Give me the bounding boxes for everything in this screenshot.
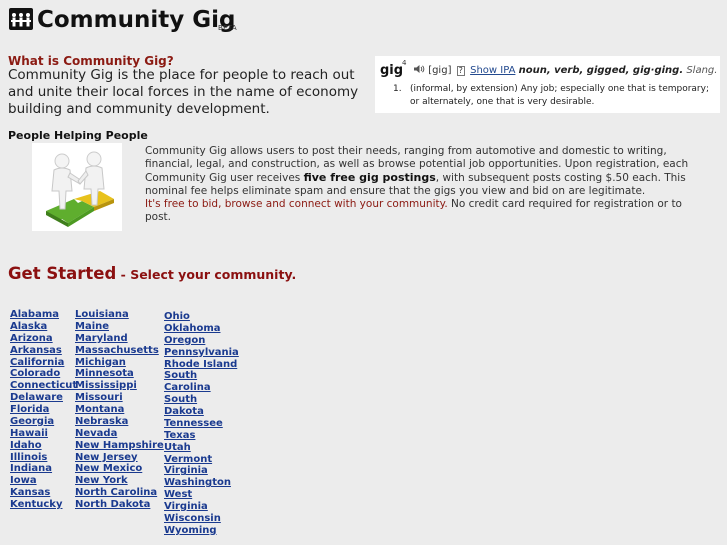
help-icon[interactable]: ? <box>456 66 465 76</box>
speaker-icon[interactable] <box>413 65 428 76</box>
state-link[interactable]: Oregon <box>164 335 239 347</box>
people-puzzle-illustration <box>32 143 122 231</box>
state-link[interactable]: Ohio <box>164 311 239 323</box>
beta-badge: BETA <box>218 24 237 32</box>
state-link[interactable]: Nevada <box>75 428 164 440</box>
desc-red: It's free to bid, browse and connect wit… <box>145 198 448 210</box>
state-link[interactable]: Vermont <box>164 454 239 466</box>
dictionary-definition: (informal, by extension) Any job; especi… <box>410 84 709 107</box>
state-link[interactable]: Connecticut <box>10 380 77 392</box>
get-started-title: Get Started <box>8 264 117 283</box>
state-link[interactable]: Colorado <box>10 368 77 380</box>
state-link[interactable]: Wyoming <box>164 525 239 537</box>
state-link[interactable]: Virginia <box>164 465 239 477</box>
state-link[interactable]: New Hampshire <box>75 440 164 452</box>
state-link[interactable]: North Carolina <box>75 487 164 499</box>
dictionary-pos: noun, verb, gigged, gig·ging. <box>518 65 684 76</box>
state-link[interactable]: South <box>164 370 239 382</box>
state-link[interactable]: Delaware <box>10 392 77 404</box>
state-link[interactable]: Virginia <box>164 501 239 513</box>
dictionary-slang: Slang. <box>686 65 718 76</box>
state-link[interactable]: Alabama <box>10 309 77 321</box>
people-description: Community Gig allows users to post their… <box>145 145 710 224</box>
states-column-3: Ohio Oklahoma Oregon Pennsylvania Rhode Isla… <box>164 311 239 537</box>
state-link[interactable]: Texas <box>164 430 239 442</box>
state-link[interactable]: Georgia <box>10 416 77 428</box>
dictionary-superscript: 4 <box>402 59 407 67</box>
logo-icon[interactable] <box>9 8 33 30</box>
state-link[interactable]: Massachusetts <box>75 345 164 357</box>
state-link[interactable]: New Jersey <box>75 452 164 464</box>
states-column-2: Louisiana Maine Maryland Massachusetts Michi… <box>75 309 164 511</box>
definition-number: 1. <box>393 84 402 94</box>
state-link[interactable]: Maryland <box>75 333 164 345</box>
state-link[interactable]: Illinois <box>10 452 77 464</box>
intro-heading: What is Community Gig? <box>8 54 174 68</box>
state-link[interactable]: Carolina <box>164 382 239 394</box>
desc-bold: five free gig postings <box>303 171 436 184</box>
state-link[interactable]: Rhode Island <box>164 359 239 371</box>
state-link[interactable]: Montana <box>75 404 164 416</box>
state-link[interactable]: Arkansas <box>10 345 77 357</box>
dictionary-word: gig <box>380 63 404 78</box>
people-heading: People Helping People <box>8 129 148 142</box>
get-started-subtitle: - Select your community. <box>116 267 297 282</box>
show-ipa-link[interactable]: Show IPA <box>470 65 515 76</box>
state-link[interactable]: Iowa <box>10 475 77 487</box>
state-link[interactable]: Pennsylvania <box>164 347 239 359</box>
states-column-1: Alabama Alaska Arizona Arkansas California Co… <box>10 309 77 511</box>
state-link[interactable]: Washington <box>164 477 239 489</box>
state-link[interactable]: Arizona <box>10 333 77 345</box>
state-link[interactable]: California <box>10 357 77 369</box>
state-link[interactable]: Louisiana <box>75 309 164 321</box>
state-link[interactable]: Mississippi <box>75 380 164 392</box>
state-link[interactable]: Idaho <box>10 440 77 452</box>
get-started-heading: Get Started - Select your community. <box>8 264 296 283</box>
dictionary-pronunciation: [gig] <box>428 65 452 76</box>
state-link[interactable]: Hawaii <box>10 428 77 440</box>
state-link[interactable]: West <box>164 489 239 501</box>
state-link[interactable]: Michigan <box>75 357 164 369</box>
site-title[interactable]: Community Gig <box>37 7 235 33</box>
state-link[interactable]: New Mexico <box>75 463 164 475</box>
state-link[interactable]: Minnesota <box>75 368 164 380</box>
state-link[interactable]: Tennessee <box>164 418 239 430</box>
state-link[interactable]: Alaska <box>10 321 77 333</box>
state-link[interactable]: Wisconsin <box>164 513 239 525</box>
state-link[interactable]: Kansas <box>10 487 77 499</box>
intro-text: Community Gig is the place for people to… <box>8 67 359 117</box>
state-link[interactable]: Nebraska <box>75 416 164 428</box>
state-link[interactable]: North Dakota <box>75 499 164 511</box>
state-link[interactable]: Missouri <box>75 392 164 404</box>
state-link[interactable]: Oklahoma <box>164 323 239 335</box>
state-link[interactable]: South <box>164 394 239 406</box>
state-link[interactable]: Maine <box>75 321 164 333</box>
state-link[interactable]: Indiana <box>10 463 77 475</box>
state-link[interactable]: Dakota <box>164 406 239 418</box>
state-link[interactable]: Utah <box>164 442 239 454</box>
state-link[interactable]: Florida <box>10 404 77 416</box>
state-link[interactable]: Kentucky <box>10 499 77 511</box>
dictionary-box: gig 4 [gig] ? Show IPA noun, verb, gigge… <box>375 56 720 113</box>
state-link[interactable]: New York <box>75 475 164 487</box>
